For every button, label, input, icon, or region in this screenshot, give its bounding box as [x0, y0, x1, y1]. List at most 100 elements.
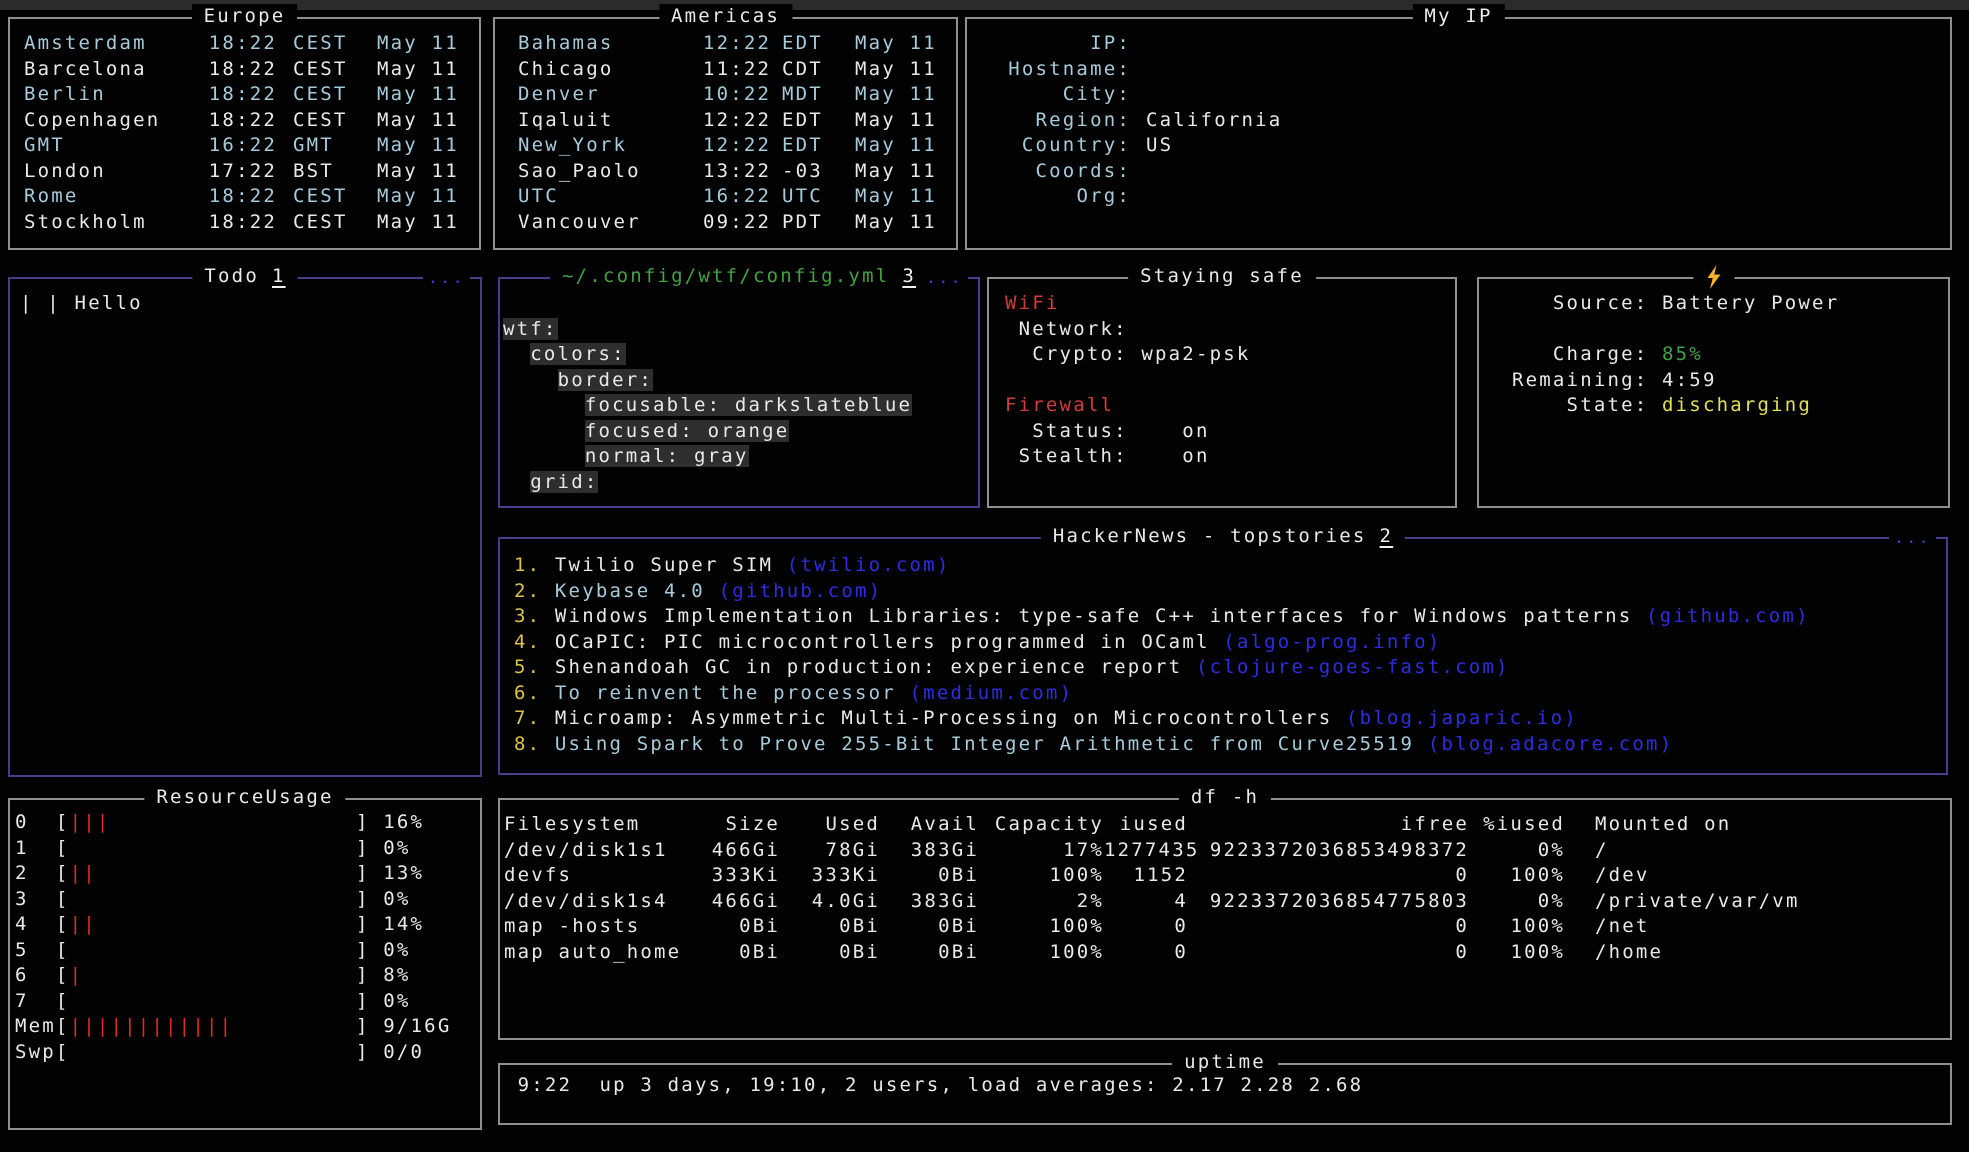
city-date: May 11: [855, 57, 956, 83]
meter-value: 13%: [383, 862, 424, 884]
table-cell: 100%: [979, 914, 1104, 940]
city-name: Barcelona: [24, 57, 207, 83]
city-time: 09:22: [703, 210, 770, 236]
security-line: Status: on: [1005, 419, 1455, 445]
table-cell: 9223372036854775803: [1188, 889, 1469, 915]
table-cell: 4.0Gi: [780, 889, 880, 915]
clock-list-americas: Bahamas12:22EDTMay 11Chicago11:22CDTMay …: [495, 19, 956, 248]
table-cell: 466Gi: [684, 838, 780, 864]
table-row: /dev/disk1s4466Gi4.0Gi383Gi2%49223372036…: [504, 889, 1950, 915]
hackernews-story-list: 1. Twilio Super SIM (twilio.com)2. Keyba…: [500, 539, 1946, 773]
table-cell: 100%: [1469, 863, 1565, 889]
city-date: May 11: [377, 31, 479, 57]
battery-line: Source: Battery Power: [1512, 291, 1948, 317]
ip-field-value: [1146, 159, 1950, 185]
meter-bracket: ]: [70, 888, 384, 910]
config-line: wtf:: [503, 317, 978, 343]
hn-story-link[interactable]: (github.com): [719, 580, 883, 602]
meter-bracket: ]: [70, 837, 384, 859]
city-date: May 11: [377, 82, 479, 108]
meter-bracket: ]: [110, 811, 383, 833]
resource-meter-row: 7 [ ] 0%: [15, 989, 480, 1015]
clock-row: Berlin18:22CESTMay 11: [10, 82, 479, 108]
panel-uptime: uptime 9:22 up 3 days, 19:10, 2 users, l…: [498, 1063, 1952, 1125]
city-name: UTC: [518, 184, 703, 210]
config-indent: [503, 369, 558, 391]
todo-item[interactable]: | | Hello: [10, 279, 480, 775]
table-cell: 0Bi: [780, 914, 880, 940]
disk-usage-table: FilesystemSizeUsedAvailCapacityiusedifre…: [500, 800, 1950, 1038]
uptime-text: 9:22 up 3 days, 19:10, 2 users, load ave…: [500, 1065, 1950, 1123]
panel-my-ip: My IP IP:Hostname:City:Region:California…: [965, 17, 1952, 250]
hn-story-title: To reinvent the processor: [555, 682, 910, 704]
column-header: Capacity: [979, 812, 1104, 838]
panel-hackernews[interactable]: HackerNews - topstories2 ... 1. Twilio S…: [498, 537, 1948, 775]
resource-meter-row: 0 [||| ] 16%: [15, 810, 480, 836]
table-cell: /dev: [1565, 863, 1950, 889]
city-date: May 11: [377, 57, 479, 83]
city-time: 13:22: [703, 159, 770, 185]
clock-row: Vancouver09:22PDTMay 11: [495, 210, 956, 236]
config-text: wtf:: [503, 318, 558, 340]
panel-americas-clocks: Americas Bahamas12:22EDTMay 11Chicago11:…: [493, 17, 958, 250]
city-name: GMT: [24, 133, 207, 159]
hn-story-link[interactable]: (github.com): [1646, 605, 1810, 627]
column-header: Filesystem: [504, 812, 684, 838]
ip-field-value: [1146, 82, 1950, 108]
table-cell: 78Gi: [780, 838, 880, 864]
config-line: grid:: [503, 470, 978, 496]
panel-todo[interactable]: Todo1 ... | | Hello: [8, 277, 482, 777]
city-name: Iqaluit: [518, 108, 703, 134]
table-cell: 0: [1188, 863, 1469, 889]
table-cell: /net: [1565, 914, 1950, 940]
table-cell: 466Gi: [684, 889, 780, 915]
hn-story-title: Windows Implementation Libraries: type-s…: [555, 605, 1646, 627]
hn-story-row: 3. Windows Implementation Libraries: typ…: [514, 604, 1946, 630]
city-date: May 11: [855, 210, 956, 236]
battery-line: Charge: 85%: [1512, 342, 1948, 368]
clock-row: Rome18:22CESTMay 11: [10, 184, 479, 210]
security-line: Crypto: wpa2-psk: [1005, 342, 1455, 368]
city-date: May 11: [855, 184, 956, 210]
resource-meter-row: 5 [ ] 0%: [15, 938, 480, 964]
hn-story-rank: 2.: [514, 580, 555, 602]
meter-value: 0%: [383, 888, 410, 910]
meter-bars: ||||||||||||: [70, 1015, 234, 1037]
panel-config-file[interactable]: ~/.config/wtf/config.yml3 ... wtf: color…: [498, 277, 980, 508]
hn-story-link[interactable]: (medium.com): [910, 682, 1074, 704]
battery-line: State: discharging: [1512, 393, 1948, 419]
config-line: border:: [503, 368, 978, 394]
config-line: normal: gray: [503, 444, 978, 470]
column-header: Size: [684, 812, 780, 838]
hn-story-link[interactable]: (blog.adacore.com): [1428, 733, 1674, 755]
meter-value: 0%: [383, 939, 410, 961]
ip-field-label: Hostname:: [967, 57, 1131, 83]
hn-story-link[interactable]: (twilio.com): [787, 554, 951, 576]
battery-field-label: Source:: [1512, 292, 1662, 314]
table-cell: 0Bi: [880, 940, 979, 966]
table-row: devfs333Ki333Ki0Bi100%11520100%/dev: [504, 863, 1950, 889]
city-timezone: EDT: [770, 108, 855, 134]
security-line: Firewall: [1005, 393, 1455, 419]
hn-story-rank: 7.: [514, 707, 555, 729]
table-cell: map -hosts: [504, 914, 684, 940]
table-cell: 0%: [1469, 889, 1565, 915]
resource-meter-row: 2 [|| ] 13%: [15, 861, 480, 887]
hn-story-link[interactable]: (algo-prog.info): [1223, 631, 1441, 653]
config-indent: [503, 343, 530, 365]
city-name: Vancouver: [518, 210, 703, 236]
ip-info-row: Region:California: [967, 108, 1950, 134]
meter-bracket: ]: [70, 1041, 384, 1063]
city-date: May 11: [855, 82, 956, 108]
table-cell: 333Ki: [780, 863, 880, 889]
city-time: 16:22: [703, 184, 770, 210]
table-cell: 0Bi: [780, 940, 880, 966]
config-text: normal: gray: [585, 445, 749, 467]
table-cell: 1152: [1104, 863, 1188, 889]
battery-field-value: discharging: [1662, 394, 1812, 416]
security-line: [1005, 368, 1455, 394]
meter-bracket: ]: [83, 964, 383, 986]
city-time: 18:22: [207, 184, 277, 210]
hn-story-link[interactable]: (clojure-goes-fast.com): [1196, 656, 1510, 678]
hn-story-link[interactable]: (blog.japaric.io): [1346, 707, 1578, 729]
